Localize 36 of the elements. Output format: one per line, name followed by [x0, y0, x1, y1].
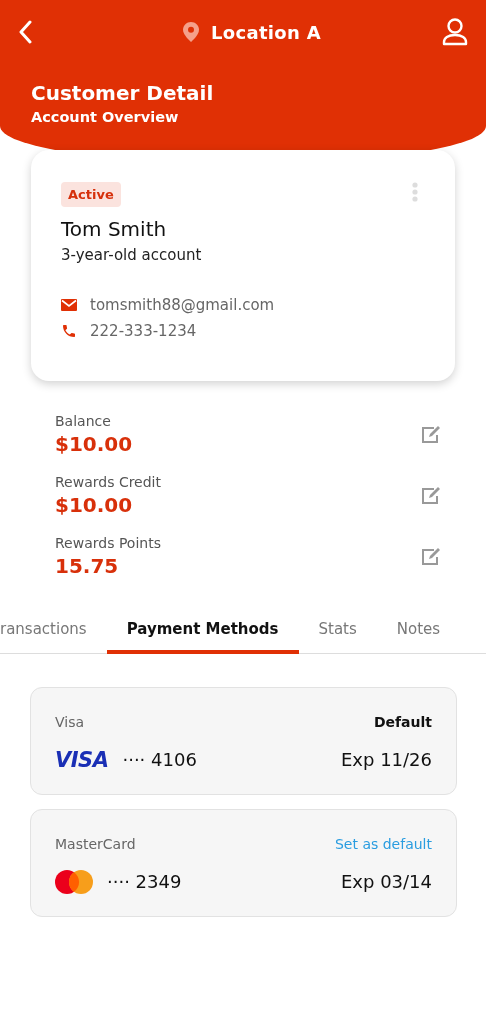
card-type: MasterCard — [55, 835, 136, 852]
edit-icon[interactable] — [421, 486, 441, 505]
mail-icon — [61, 299, 77, 311]
visa-logo: VISA — [55, 747, 109, 772]
stat-label: Rewards Credit — [55, 474, 161, 490]
tab[interactable]: Notes — [376, 608, 461, 654]
stat-label: Balance — [55, 413, 112, 429]
tab[interactable]: Payment Methods — [106, 608, 299, 654]
back-icon[interactable] — [18, 20, 32, 44]
customer-name: Tom Smith — [61, 217, 168, 241]
user-profile-icon[interactable] — [442, 18, 468, 46]
email-address[interactable]: tomsmith88@gmail.com — [90, 296, 275, 314]
status-badge: Active — [61, 182, 121, 207]
account-age: 3-year-old account — [61, 246, 203, 264]
stat-value: $10.00 — [55, 493, 134, 517]
tab[interactable]: ransactions — [0, 608, 107, 654]
card-number: ···· 2349 — [107, 871, 182, 892]
card-number: ···· 4106 — [122, 749, 197, 770]
card-expiry: Exp 11/26 — [340, 749, 432, 770]
card-type: Visa — [55, 713, 85, 730]
location-pin-icon — [183, 22, 200, 42]
stat-value: $10.00 — [55, 432, 133, 456]
stat-value: 15.75 — [55, 554, 120, 578]
location-label[interactable]: Location A — [211, 21, 321, 43]
tab[interactable]: Stats — [298, 608, 377, 654]
mastercard-logo — [55, 869, 93, 894]
set-default-link[interactable]: Set as default — [334, 835, 432, 852]
phone-number[interactable]: 222-333-1234 — [90, 322, 197, 340]
default-label: Default — [373, 713, 432, 730]
page-title: Customer Detail — [31, 81, 215, 105]
phone-icon — [61, 323, 77, 339]
card-expiry: Exp 03/14 — [340, 871, 432, 892]
page-subtitle: Account Overview — [31, 109, 180, 125]
edit-icon[interactable] — [421, 425, 441, 444]
stat-label: Rewards Points — [55, 535, 161, 551]
edit-icon[interactable] — [421, 547, 441, 566]
